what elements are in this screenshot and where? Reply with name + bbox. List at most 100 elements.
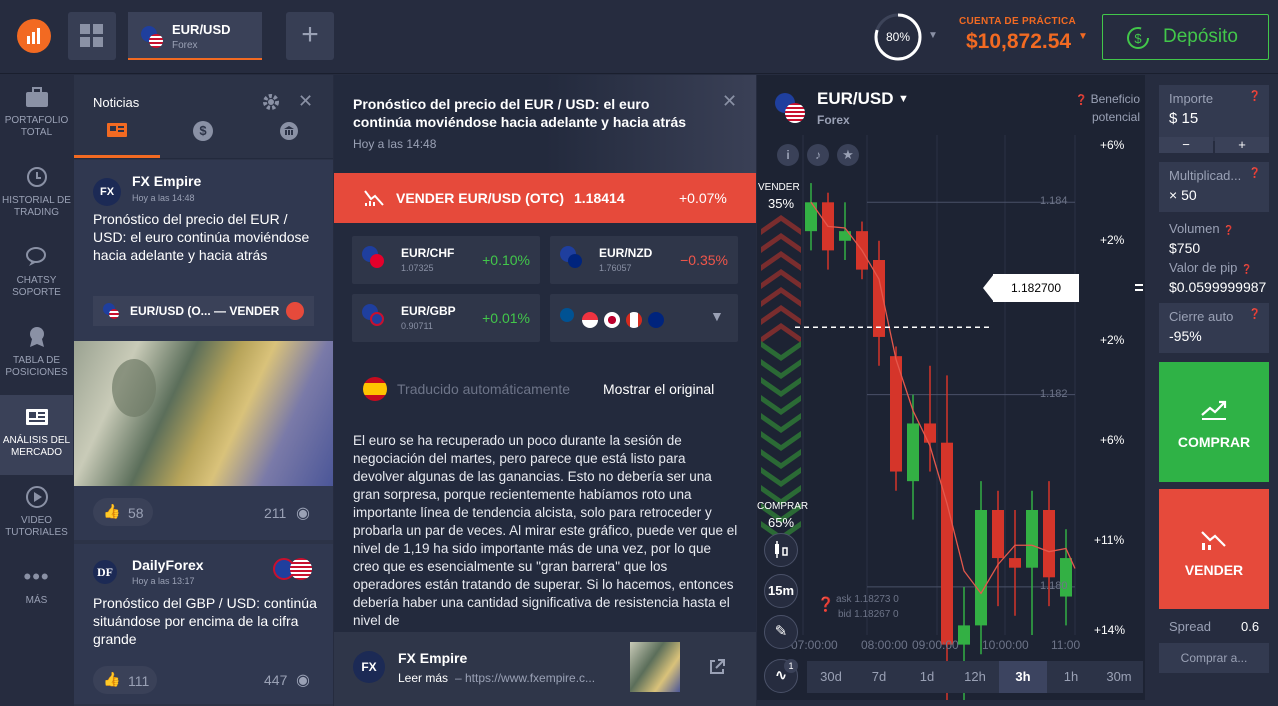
chart-symbol[interactable]: EUR/USD (817, 89, 894, 109)
autoclose-value[interactable]: -95% (1169, 328, 1259, 344)
help-icon[interactable]: ❓ (817, 596, 834, 613)
timeframe-30d[interactable]: 30d (807, 661, 855, 693)
amount-plus-button[interactable]: + (1215, 137, 1269, 153)
help-icon[interactable]: ❓ (1249, 309, 1261, 320)
chart-panel[interactable]: EUR/USD ▼ Forex i ♪ ★ ❓ Beneficio potenc… (757, 75, 1145, 700)
asset-eurgbp[interactable]: EUR/GBP 0.90711 +0.01% (352, 294, 540, 342)
interval-tool-button[interactable]: 15m (764, 574, 798, 608)
star-icon[interactable]: ★ (837, 144, 859, 166)
grid-menu-button[interactable] (68, 12, 116, 60)
buy-label: COMPRAR (1177, 434, 1251, 450)
bank-icon[interactable] (279, 121, 299, 141)
top-bar: EUR/USD Forex + 80% ▼ CUENTA DE PRÁCTICA… (0, 0, 1278, 74)
article-time: Hoy a las 14:48 (353, 137, 437, 151)
amount-value[interactable]: $ 15 (1169, 110, 1259, 127)
eye-icon: ◉ (296, 505, 310, 522)
price-handle-icon[interactable] (1135, 284, 1143, 291)
left-nav: PORTAFOLIO TOTAL HISTORIAL DE TRADING CH… (0, 75, 73, 706)
candle-body (1009, 558, 1021, 568)
gear-icon[interactable] (262, 93, 280, 111)
sell-bar[interactable]: VENDER EUR/USD (OTC) 1.18414 +0.07% (334, 173, 756, 223)
price-chart[interactable] (757, 75, 1145, 700)
help-icon[interactable]: ❓ (1249, 91, 1261, 102)
timeframe-7d[interactable]: 7d (855, 661, 903, 693)
asset-eurchf[interactable]: EUR/CHF 1.07325 +0.10% (352, 236, 540, 284)
x-tick: 09:00:00 (912, 638, 959, 652)
multiplier-field[interactable]: Multiplicad... × 50 ❓ (1159, 162, 1269, 212)
balance-chevron-down-icon[interactable]: ▼ (1078, 31, 1088, 42)
news-tab-dollar[interactable]: $ (193, 121, 213, 141)
help-icon[interactable]: ❓ (1241, 264, 1252, 274)
account-balance[interactable]: $10,872.54 (966, 30, 1071, 54)
nav-trading-history[interactable]: HISTORIAL DE TRADING (0, 155, 73, 235)
ask-price: ask 1.18273 0 (836, 594, 899, 605)
us-flag-icon (785, 103, 805, 123)
buy-at-button[interactable]: Comprar a... (1159, 643, 1269, 673)
timeframe-30m[interactable]: 30m (1095, 661, 1143, 693)
timeframe-1d[interactable]: 1d (903, 661, 951, 693)
chevron-down-icon[interactable]: ▼ (928, 30, 938, 41)
y-tick: 1.182 (1040, 387, 1068, 400)
news-item[interactable]: FX FX Empire Hoy a las 14:48 Pronóstico … (74, 160, 333, 540)
newspaper-icon (25, 409, 48, 425)
news-header: Noticias ✕ $ (74, 75, 333, 159)
profit-level: +6% (1100, 138, 1125, 152)
article-body: El euro se ha recuperado un poco durante… (353, 433, 738, 628)
multiplier-value[interactable]: × 50 (1169, 187, 1259, 203)
us-flag-icon (290, 558, 312, 580)
tab-symbol: EUR/USD (172, 22, 231, 37)
candles-tool-button[interactable] (764, 533, 798, 567)
read-more-link[interactable]: Leer más (398, 671, 448, 685)
asset-price: 1.76057 (599, 263, 632, 273)
news-title: Noticias (93, 95, 140, 110)
asset-change: +0.01% (482, 310, 530, 326)
add-tab-button[interactable]: + (286, 12, 334, 60)
deposit-button[interactable]: $ Depósito (1102, 14, 1269, 60)
app-logo[interactable] (17, 19, 51, 53)
like-button[interactable]: 👍 111 (93, 666, 157, 694)
timeframe-3h[interactable]: 3h (999, 661, 1047, 693)
nav-more[interactable]: ••• MÁS (0, 555, 73, 635)
info-icon[interactable]: i (777, 144, 799, 166)
asset-more-dropdown[interactable]: ▼ (550, 294, 738, 342)
news-item[interactable]: DF DailyForex Hoy a las 13:17 Pronóstico… (74, 544, 333, 704)
show-original-link[interactable]: Mostrar el original (603, 381, 714, 397)
volume-label: Volumen ❓ (1169, 221, 1234, 236)
asset-change: +0.10% (482, 252, 530, 268)
news-asset-tag[interactable]: EUR/USD (O... — VENDER (93, 296, 314, 326)
amount-field[interactable]: Importe $ 15 ❓ (1159, 85, 1269, 141)
close-icon[interactable]: ✕ (722, 91, 737, 112)
volume-label-text: Volumen (1169, 221, 1220, 236)
like-button[interactable]: 👍 58 (93, 498, 153, 526)
nav-chat-support[interactable]: CHATSY SOPORTE (0, 235, 73, 315)
help-icon[interactable]: ❓ (1223, 225, 1234, 235)
article-footer[interactable]: FX FX Empire Leer más – https://www.fxem… (334, 632, 756, 706)
asset-eurnzd[interactable]: EUR/NZD 1.76057 −0.35% (550, 236, 738, 284)
bell-icon[interactable]: ♪ (807, 144, 829, 166)
asset-tab-eurusd[interactable]: EUR/USD Forex (128, 12, 262, 60)
nav-leaderboard[interactable]: TABLA DE POSICIONES (0, 315, 73, 395)
nav-portfolio[interactable]: PORTAFOLIO TOTAL (0, 75, 73, 155)
timeframe-1h[interactable]: 1h (1047, 661, 1095, 693)
nav-market-analysis[interactable]: ANÁLISIS DEL MERCADO (0, 395, 73, 475)
amount-minus-button[interactable]: − (1159, 137, 1213, 153)
pencil-icon[interactable]: ✎ (764, 615, 798, 649)
like-count: 111 (128, 673, 150, 689)
translated-label: Traducido automáticamente (397, 381, 571, 397)
sell-button[interactable]: VENDER (1159, 489, 1269, 609)
news-tab-news[interactable] (106, 121, 130, 144)
sell-pct: 35% (768, 196, 795, 211)
nav-video-tutorials[interactable]: VIDEO TUTORIALES (0, 475, 73, 555)
price-tag: 1.182700 (993, 274, 1079, 302)
close-icon[interactable]: ✕ (298, 91, 313, 112)
plus-icon: + (301, 18, 319, 51)
timeframe-12h[interactable]: 12h (951, 661, 999, 693)
sell-bar-change: +0.07% (679, 190, 727, 206)
external-link-icon[interactable] (708, 658, 726, 676)
buy-button[interactable]: COMPRAR (1159, 362, 1269, 482)
help-icon[interactable]: ❓ (1249, 168, 1261, 179)
progress-ring[interactable]: 80% (873, 12, 923, 62)
symbol-chevron-down-icon[interactable]: ▼ (898, 93, 909, 105)
sell-label: VENDER (758, 182, 800, 193)
autoclose-field[interactable]: Cierre auto -95% ❓ (1159, 303, 1269, 353)
